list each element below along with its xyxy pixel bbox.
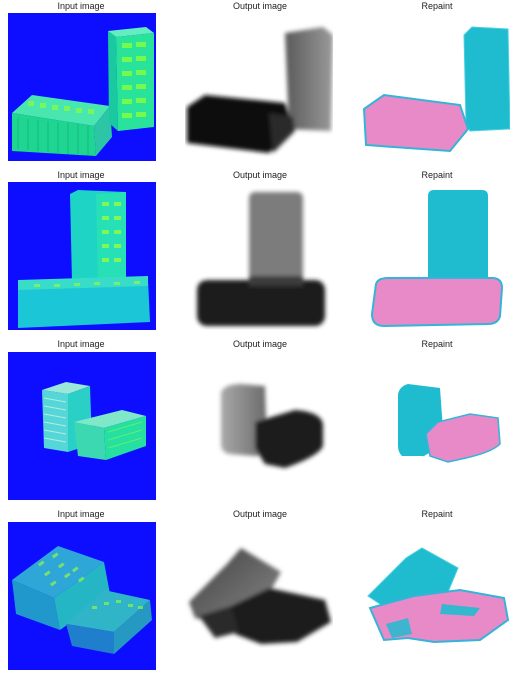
label-input-image-row4: Input image <box>57 509 105 519</box>
label-output-image-row2: Output image <box>232 170 288 180</box>
repaint-row1 <box>362 13 510 161</box>
label-output-image-row3: Output image <box>232 339 288 349</box>
label-input-image-row2: Input image <box>57 170 105 180</box>
output-image-row1 <box>185 13 333 161</box>
input-image-row3 <box>8 352 156 500</box>
label-input-image-row3: Input image <box>57 339 105 349</box>
label-output-image-row4: Output image <box>232 509 288 519</box>
input-image-row1 <box>8 13 156 161</box>
label-repaint-row2: Repaint <box>421 170 453 180</box>
label-output-image-row1: Output image <box>232 1 288 11</box>
output-image-row4 <box>185 522 333 670</box>
output-image-row3 <box>185 352 333 500</box>
label-repaint-row3: Repaint <box>421 339 453 349</box>
label-repaint-row1: Repaint <box>421 1 453 11</box>
label-repaint-row4: Repaint <box>421 509 453 519</box>
output-image-row2 <box>185 182 333 330</box>
repaint-row3 <box>362 352 510 500</box>
input-image-row2 <box>8 182 156 330</box>
label-input-image-row1: Input image <box>57 1 105 11</box>
repaint-row4 <box>362 522 510 670</box>
repaint-row2 <box>362 182 510 330</box>
figure-grid: Input image Output image Repaint Input i… <box>0 0 526 676</box>
input-image-row4 <box>8 522 156 670</box>
